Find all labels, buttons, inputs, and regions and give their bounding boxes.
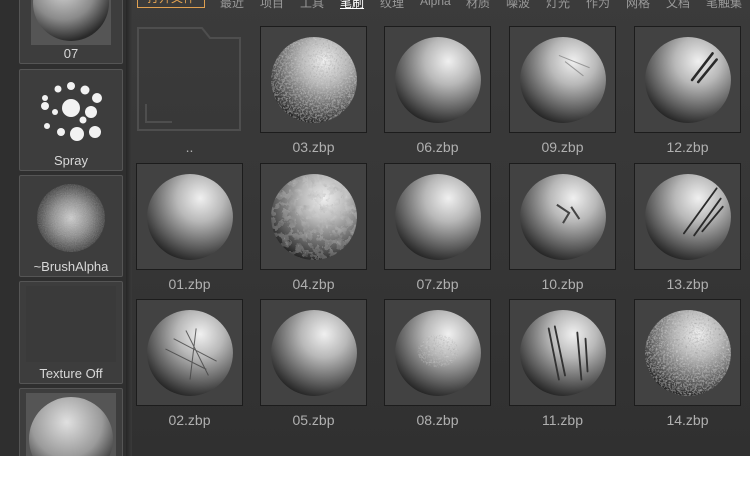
empty-texture-thumbnail — [26, 286, 116, 362]
file-name-label: 08.zbp — [416, 412, 459, 428]
brush-file-12[interactable] — [509, 299, 616, 406]
material-sphere-icon — [146, 173, 233, 260]
brush-file-0[interactable] — [260, 26, 367, 133]
material-sphere-icon — [270, 36, 357, 123]
file-name-label: 09.zbp — [541, 139, 584, 155]
material-sphere-icon — [270, 309, 357, 396]
brush-file-7[interactable] — [509, 163, 616, 270]
menu-tab-1[interactable]: 项目 — [260, 0, 284, 11]
file-browser-window: 07 Spray ~BrushAlpha Texture Off 最近 项目 工… — [0, 0, 750, 456]
sidebar-item-label: ~BrushAlpha — [33, 259, 109, 274]
menu-tab-11[interactable]: 文档 — [666, 0, 690, 11]
menu-tab-7[interactable]: 噪波 — [506, 0, 530, 11]
brush-alpha-thumbnail — [26, 180, 116, 256]
sidebar-item-texture-off[interactable]: Texture Off — [19, 281, 123, 384]
sphere-thumbnail — [26, 393, 116, 456]
material-sphere-icon — [519, 309, 606, 396]
material-sphere-icon — [394, 173, 481, 260]
file-name-label: 12.zbp — [666, 139, 709, 155]
brush-file-9[interactable] — [136, 299, 243, 406]
menu-tab-4[interactable]: 纹理 — [380, 0, 404, 11]
sidebar-item-brush-alpha[interactable]: ~BrushAlpha — [19, 175, 123, 277]
material-sphere-icon — [644, 173, 731, 260]
brush-file-4[interactable] — [136, 163, 243, 270]
file-name-label: 04.zbp — [292, 276, 335, 292]
brush-file-6[interactable] — [384, 163, 491, 270]
file-name-label: 14.zbp — [666, 412, 709, 428]
menu-tab-12[interactable]: 笔触集 — [706, 0, 742, 11]
file-name-label: 01.zbp — [168, 276, 211, 292]
sphere-thumbnail — [26, 0, 116, 45]
menu-tab-10[interactable]: 网格 — [626, 0, 650, 11]
menu-tab-2[interactable]: 工具 — [300, 0, 324, 11]
open-file-button[interactable]: 打开文件 — [137, 0, 205, 8]
file-name-label: 10.zbp — [541, 276, 584, 292]
brush-file-1[interactable] — [384, 26, 491, 133]
parent-folder[interactable] — [136, 26, 242, 132]
brush-file-5[interactable] — [260, 163, 367, 270]
file-name-label: 07.zbp — [416, 276, 459, 292]
menu-tab-0[interactable]: 最近 — [220, 0, 244, 11]
file-name-label: 11.zbp — [542, 412, 583, 428]
menu-tab-8[interactable]: 灯光 — [546, 0, 570, 11]
spray-alpha-icon — [26, 74, 116, 150]
brush-file-3[interactable] — [634, 26, 741, 133]
brush-file-10[interactable] — [260, 299, 367, 406]
sidebar-item-sphere[interactable] — [19, 388, 123, 456]
brush-file-8[interactable] — [634, 163, 741, 270]
material-sphere-icon — [270, 173, 357, 260]
material-sphere-icon — [394, 36, 481, 123]
folder-icon — [137, 27, 241, 131]
menu-tab-3[interactable]: 笔刷 — [340, 0, 364, 11]
brush-file-11[interactable] — [384, 299, 491, 406]
parent-folder-label: .. — [185, 139, 194, 155]
file-name-label: 02.zbp — [168, 412, 211, 428]
file-name-label: 05.zbp — [292, 412, 335, 428]
material-sphere-icon — [644, 309, 731, 396]
file-name-label: 06.zbp — [416, 139, 459, 155]
sidebar-item-label: Texture Off — [39, 366, 103, 381]
file-name-label: 03.zbp — [292, 139, 335, 155]
sidebar: 07 Spray ~BrushAlpha Texture Off — [0, 0, 132, 456]
sidebar-item-label: 07 — [63, 46, 79, 61]
file-name-label: 13.zbp — [666, 276, 709, 292]
material-sphere-icon — [519, 36, 606, 123]
sidebar-divider[interactable] — [126, 0, 132, 456]
material-sphere-icon — [146, 309, 233, 396]
brush-file-13[interactable] — [634, 299, 741, 406]
menu-tab-5[interactable]: Alpha — [420, 0, 451, 8]
brush-file-2[interactable] — [509, 26, 616, 133]
menu-tab-6[interactable]: 材质 — [466, 0, 490, 11]
menu-tab-9[interactable]: 作为 — [586, 0, 610, 11]
sidebar-item-07[interactable]: 07 — [19, 0, 123, 64]
sidebar-item-label: Spray — [54, 153, 88, 168]
material-sphere-icon — [644, 36, 731, 123]
material-sphere-icon — [394, 309, 481, 396]
sidebar-item-spray[interactable]: Spray — [19, 69, 123, 171]
material-sphere-icon — [519, 173, 606, 260]
